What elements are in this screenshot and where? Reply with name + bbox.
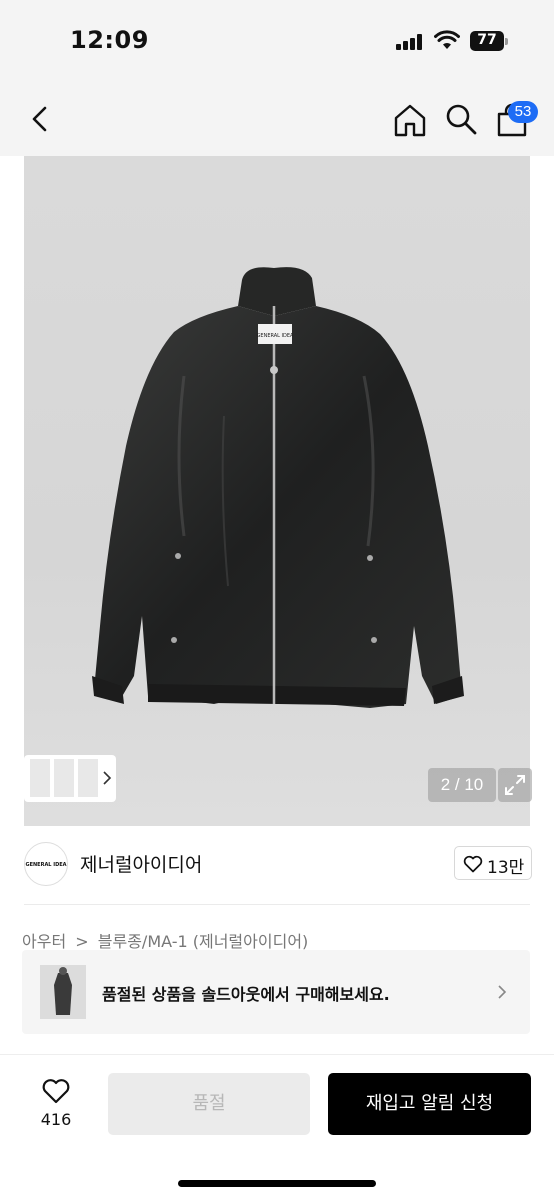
battery-level: 77 bbox=[477, 32, 497, 48]
wishlist-count: 416 bbox=[40, 1110, 72, 1129]
product-image-gallery[interactable]: GENERAL IDEA bbox=[24, 156, 530, 826]
brand-name[interactable]: 제너럴아이디어 bbox=[80, 850, 202, 877]
heart-icon bbox=[463, 855, 483, 873]
heart-icon bbox=[42, 1079, 70, 1104]
restock-alert-button[interactable]: 재입고 알림 신청 bbox=[328, 1073, 531, 1135]
breadcrumb-separator: > bbox=[75, 932, 89, 951]
wishlist-button[interactable]: 416 bbox=[24, 1074, 88, 1134]
breadcrumb-item-category[interactable]: 아우터 bbox=[22, 932, 66, 951]
jacket-label-text: GENERAL IDEA bbox=[257, 333, 294, 339]
top-nav: 53 bbox=[0, 80, 554, 156]
home-indicator bbox=[178, 1180, 376, 1187]
breadcrumb: 아우터 > 블루종/MA-1 (제너럴아이디어) bbox=[22, 928, 312, 952]
brand-like-button[interactable]: 13만 bbox=[454, 846, 532, 880]
product-photo-jacket: GENERAL IDEA bbox=[92, 267, 464, 708]
image-counter: 2 / 10 bbox=[428, 768, 496, 802]
expand-button[interactable] bbox=[498, 768, 532, 802]
soldout-promo-banner[interactable]: 품절된 상품을 솔드아웃에서 구매해보세요. bbox=[22, 950, 530, 1034]
brand-like-count: 13만 bbox=[487, 858, 525, 878]
divider bbox=[24, 904, 530, 905]
chevron-left-icon[interactable] bbox=[24, 102, 58, 136]
chevron-right-icon bbox=[498, 985, 507, 999]
soldout-button[interactable]: 품절 bbox=[108, 1073, 310, 1135]
breadcrumb-item-subcategory[interactable]: 블루종/MA-1 (제너럴아이디어) bbox=[98, 932, 309, 951]
soldout-banner-text: 품절된 상품을 솔드아웃에서 구매해보세요. bbox=[102, 985, 390, 1004]
thumbnail-2[interactable] bbox=[54, 759, 74, 797]
bottom-bar-divider bbox=[0, 1054, 554, 1055]
wifi-icon bbox=[434, 30, 460, 49]
search-icon[interactable] bbox=[444, 102, 478, 136]
home-icon[interactable] bbox=[392, 102, 428, 138]
soldout-product-thumbnail bbox=[40, 965, 86, 1019]
expand-icon bbox=[505, 775, 525, 795]
thumbnail-1[interactable] bbox=[30, 759, 50, 797]
battery-icon: 77 bbox=[470, 31, 508, 51]
chevron-right-icon[interactable] bbox=[102, 769, 112, 787]
brand-logo[interactable]: GENERAL IDEA bbox=[24, 842, 68, 886]
status-time: 12:09 bbox=[70, 26, 149, 54]
thumbnail-3[interactable] bbox=[78, 759, 98, 797]
cart-count-badge: 53 bbox=[508, 101, 538, 123]
status-bar: 12:09 77 bbox=[0, 0, 554, 80]
thumbnail-strip[interactable] bbox=[24, 755, 116, 802]
signal-icon bbox=[396, 34, 424, 50]
